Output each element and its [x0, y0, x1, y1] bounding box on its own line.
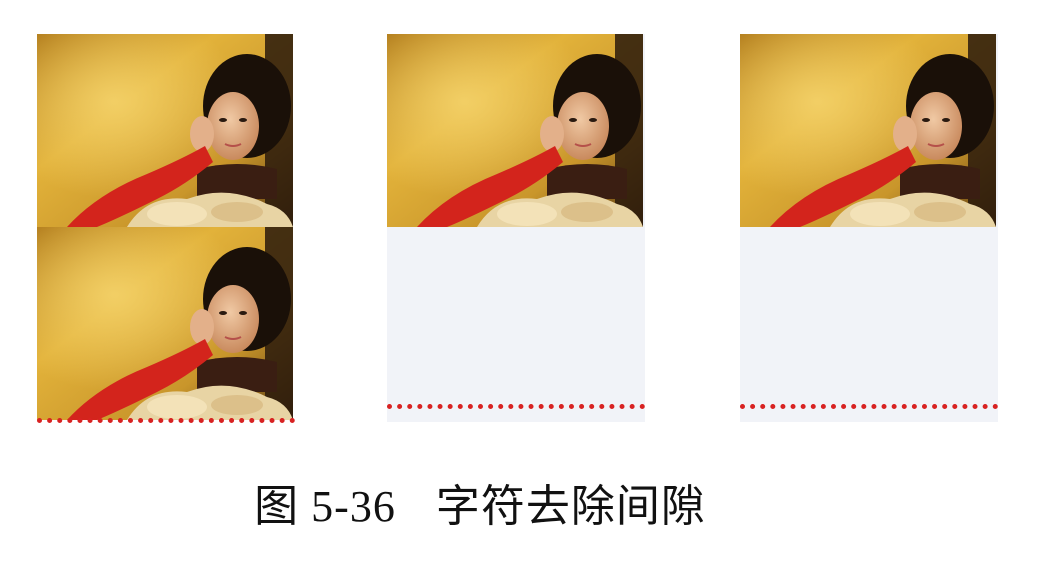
baseline-dotted-line [740, 404, 998, 409]
panel-gap [387, 34, 645, 422]
portrait-image [740, 34, 996, 227]
figure-area [0, 0, 1046, 440]
figure-caption: 图 5-36 字符去除间隙 [0, 470, 960, 534]
baseline-dotted-line [387, 404, 645, 409]
portrait-image [387, 34, 643, 227]
panel-gap [740, 34, 998, 422]
baseline-dotted-line [37, 418, 295, 423]
figure-number: 图 5-36 [254, 482, 396, 531]
portrait-image [37, 34, 293, 227]
portrait-image [37, 227, 293, 420]
panel-no-gap [37, 34, 295, 423]
figure-title: 字符去除间隙 [435, 481, 706, 532]
